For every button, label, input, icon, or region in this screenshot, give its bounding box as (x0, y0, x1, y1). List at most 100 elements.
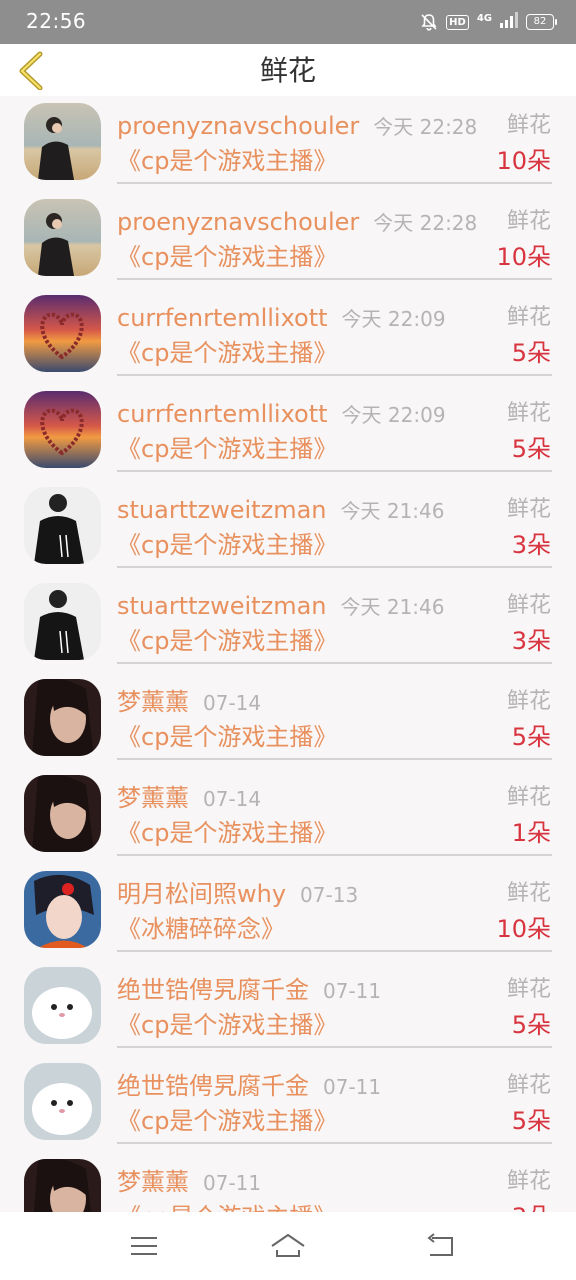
sender-name[interactable]: 梦薰薰 07-14 (117, 687, 261, 718)
room-name[interactable]: 《cp是个游戏主播》 (117, 338, 337, 368)
room-name[interactable]: 《cp是个游戏主播》 (117, 242, 337, 272)
gift-record-row[interactable]: proenyznavschouler 今天 22:28 鲜花 《cp是个游戏主播》 10… (0, 96, 576, 192)
sender-name[interactable]: 绝世锆俜旯腐千金 07-11 (117, 1071, 381, 1102)
gift-record-row[interactable]: 明月松间照why 07-13 鲜花《冰糖碎碎念》 10朵 (0, 864, 576, 960)
room-name[interactable]: 《cp是个游戏主播》 (117, 530, 337, 560)
gift-type: 鲜花 (506, 881, 551, 906)
avatar[interactable] (24, 1063, 101, 1140)
gift-type: 鲜花 (506, 785, 551, 810)
status-time: 22:56 (26, 9, 87, 33)
bell-off-icon (420, 13, 438, 31)
send-time: 07-11 (203, 1171, 262, 1195)
gift-type: 鲜花 (506, 401, 551, 426)
sender-name[interactable]: 梦薰薰 07-11 (117, 1167, 261, 1198)
battery-icon: 82 (526, 14, 557, 30)
header: 鲜花 (0, 44, 576, 96)
avatar[interactable] (24, 871, 101, 948)
room-name[interactable]: 《cp是个游戏主播》 (117, 1106, 337, 1136)
gift-type: 鲜花 (506, 305, 551, 330)
gift-count: 10朵 (496, 147, 551, 175)
gift-record-row[interactable]: stuarttzweitzman 今天 21:46 鲜花《cp是个游戏主播》 3朵 (0, 480, 576, 576)
gift-record-row[interactable]: 梦薰薰 07-11 鲜花《cp是个游戏主播》 3朵 (0, 1152, 576, 1212)
sender-name-text: proenyznavschouler (117, 112, 360, 140)
sender-name[interactable]: proenyznavschouler 今天 22:28 (117, 207, 477, 238)
send-time: 07-13 (300, 883, 359, 907)
avatar[interactable] (24, 775, 101, 852)
gift-record-list[interactable]: proenyznavschouler 今天 22:28 鲜花 《cp是个游戏主播》 10… (0, 96, 576, 1212)
sender-name[interactable]: 梦薰薰 07-14 (117, 783, 261, 814)
room-name[interactable]: 《cp是个游戏主播》 (117, 626, 337, 656)
sender-name-text: 梦薰薰 (117, 784, 189, 812)
gift-record-row[interactable]: 绝世锆俜旯腐千金 07-11 鲜花《cp是个游戏主播》 5朵 (0, 1056, 576, 1152)
sender-name[interactable]: proenyznavschouler 今天 22:28 (117, 111, 477, 142)
gift-count: 10朵 (496, 243, 551, 271)
sender-name[interactable]: currfenrtemllixott 今天 22:09 (117, 399, 446, 430)
divider (117, 1142, 552, 1144)
home-button[interactable] (270, 1230, 306, 1262)
sender-name-text: 梦薰薰 (117, 1168, 189, 1196)
room-name[interactable]: 《冰糖碎碎念》 (117, 914, 285, 944)
gift-record-row[interactable]: 绝世锆俜旯腐千金 07-11 鲜花 《cp是个游戏主播》 5朵 (0, 960, 576, 1056)
gift-count: 5朵 (511, 339, 551, 367)
room-name[interactable]: 《cp是个游戏主播》 (117, 818, 337, 848)
sender-name[interactable]: 明月松间照why 07-13 (117, 879, 358, 910)
sender-name[interactable]: stuarttzweitzman 今天 21:46 (117, 591, 444, 622)
room-name[interactable]: 《cp是个游戏主播》 (117, 434, 337, 464)
gift-count: 10朵 (496, 915, 551, 943)
back-nav-button[interactable] (422, 1230, 458, 1262)
send-time: 今天 22:09 (341, 307, 446, 331)
network-type: 4G (476, 13, 492, 24)
divider (117, 662, 552, 664)
menu-button[interactable] (126, 1230, 162, 1262)
avatar[interactable] (24, 295, 101, 372)
gift-record-row[interactable]: stuarttzweitzman 今天 21:46 鲜花 《cp是个游戏主播》 3朵 (0, 576, 576, 672)
gift-record-row[interactable]: 梦薰薰 07-14 鲜花 《cp是个游戏主播》 1朵 (0, 768, 576, 864)
avatar[interactable] (24, 103, 101, 180)
room-name[interactable]: 《cp是个游戏主播》 (117, 146, 337, 176)
gift-type: 鲜花 (506, 1169, 551, 1194)
divider (117, 758, 552, 760)
avatar[interactable] (24, 199, 101, 276)
divider (117, 854, 552, 856)
gift-type: 鲜花 (506, 497, 551, 522)
gift-count: 3朵 (511, 531, 551, 559)
send-time: 今天 22:09 (341, 403, 446, 427)
sender-name-text: 绝世锆俜旯腐千金 (117, 1072, 309, 1100)
sender-name-text: proenyznavschouler (117, 208, 360, 236)
gift-count: 5朵 (511, 435, 551, 463)
gift-record-row[interactable]: currfenrtemllixott 今天 22:09 鲜花《cp是个游戏主播》 5朵 (0, 384, 576, 480)
gift-record-row[interactable]: proenyznavschouler 今天 22:28 鲜花《cp是个游戏主播》 10… (0, 192, 576, 288)
send-time: 07-11 (323, 1075, 382, 1099)
gift-record-row[interactable]: currfenrtemllixott 今天 22:09 鲜花《cp是个游戏主播》 5朵 (0, 288, 576, 384)
avatar[interactable] (24, 583, 101, 660)
send-time: 今天 21:46 (340, 595, 445, 619)
avatar[interactable] (24, 487, 101, 564)
page-title: 鲜花 (259, 54, 316, 87)
status-icons: HD 4G 82 (420, 11, 557, 33)
divider (117, 182, 552, 184)
sender-name[interactable]: currfenrtemllixott 今天 22:09 (117, 303, 446, 334)
room-name[interactable]: 《cp是个游戏主播》 (117, 1010, 337, 1040)
room-name[interactable]: 《cp是个游戏主播》 (117, 1202, 337, 1212)
avatar[interactable] (24, 391, 101, 468)
avatar[interactable] (24, 967, 101, 1044)
sender-name[interactable]: stuarttzweitzman 今天 21:46 (117, 495, 444, 526)
gift-type: 鲜花 (506, 977, 551, 1002)
gift-type: 鲜花 (506, 209, 551, 234)
gift-type: 鲜花 (506, 689, 551, 714)
gift-record-row[interactable]: 梦薰薰 07-14 鲜花 《cp是个游戏主播》 5朵 (0, 672, 576, 768)
sender-name-text: 明月松间照why (117, 880, 287, 908)
gift-type: 鲜花 (506, 593, 551, 618)
divider (117, 374, 552, 376)
divider (117, 566, 552, 568)
room-name[interactable]: 《cp是个游戏主播》 (117, 722, 337, 752)
avatar[interactable] (24, 1159, 101, 1212)
sender-name[interactable]: 绝世锆俜旯腐千金 07-11 (117, 975, 381, 1006)
divider (117, 470, 552, 472)
hd-badge: HD (446, 14, 469, 30)
send-time: 07-14 (203, 787, 262, 811)
gift-count: 5朵 (511, 1107, 551, 1135)
avatar[interactable] (24, 679, 101, 756)
sender-name-text: stuarttzweitzman (117, 496, 327, 524)
gift-type: 鲜花 (506, 1073, 551, 1098)
